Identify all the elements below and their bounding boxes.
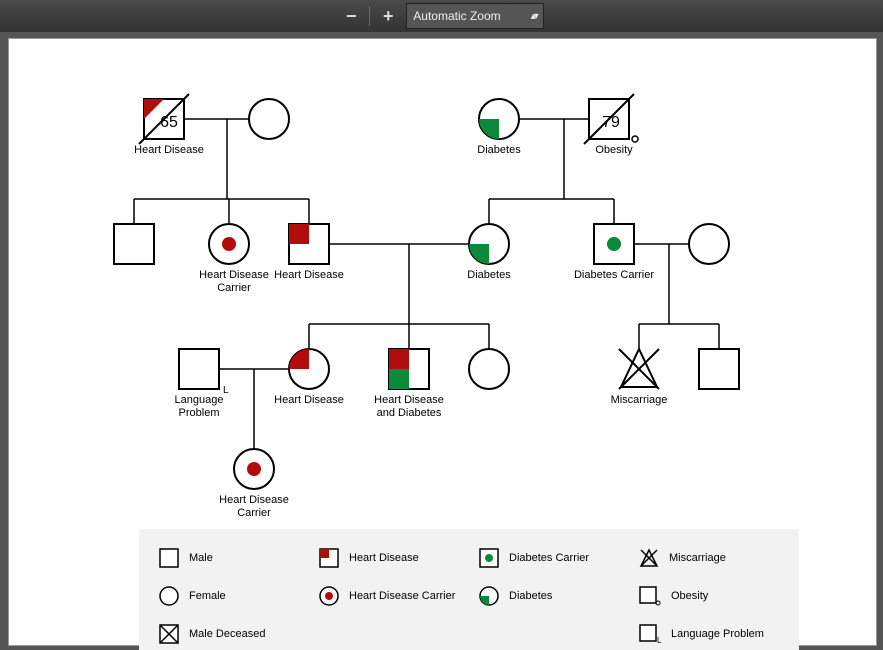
legend-diab-carrier-label: Diabetes Carrier bbox=[509, 552, 589, 564]
node-male-hd-diabetes bbox=[389, 349, 429, 389]
legend: Male Heart Disease Diabetes Carrier Misc… bbox=[139, 529, 799, 650]
node-female-diabetes bbox=[479, 99, 519, 139]
zoom-mode-label: Automatic Zoom bbox=[413, 9, 500, 23]
legend-female-label: Female bbox=[189, 590, 226, 602]
legend-male: Male bbox=[159, 548, 299, 568]
toolbar-separator bbox=[369, 6, 370, 26]
legend-language-label: Language Problem bbox=[671, 628, 764, 640]
node-male-3 bbox=[699, 349, 739, 389]
legend-misc-label: Miscarriage bbox=[669, 552, 726, 564]
node-male-diabetes-carrier bbox=[594, 224, 634, 264]
chevron-updown-icon: ▴▾ bbox=[531, 11, 537, 22]
pdf-toolbar: − + Automatic Zoom ▴▾ bbox=[0, 0, 883, 32]
legend-misc: Miscarriage bbox=[639, 548, 779, 568]
legend-hd-carrier-label: Heart Disease Carrier bbox=[349, 590, 455, 602]
legend-hd: Heart Disease bbox=[319, 548, 459, 568]
legend-obesity: Obesity bbox=[639, 586, 779, 606]
label-hd-carrier: Heart Disease Carrier bbox=[194, 269, 274, 294]
node-female-3 bbox=[469, 349, 509, 389]
pedigree-diagram: 65 79 L bbox=[9, 39, 876, 645]
legend-diab-carrier: Diabetes Carrier bbox=[479, 548, 619, 568]
legend-male-deceased: Male Deceased bbox=[159, 624, 299, 644]
node-male-deceased-hd: 65 bbox=[139, 94, 189, 144]
label-diabetes: Diabetes bbox=[469, 144, 529, 157]
node-male-hd bbox=[289, 224, 329, 264]
legend-diabetes: Diabetes bbox=[479, 586, 619, 606]
legend-hd-carrier: Heart Disease Carrier bbox=[319, 586, 459, 606]
node-female-hd-carrier bbox=[209, 224, 249, 264]
label-obesity: Obesity bbox=[584, 144, 644, 157]
legend-obesity-label: Obesity bbox=[671, 590, 708, 602]
label-diab-carrier: Diabetes Carrier bbox=[569, 269, 659, 282]
label-hd-diab: Heart Disease and Diabetes bbox=[369, 394, 449, 419]
label-hd-3: Heart Disease bbox=[269, 394, 349, 407]
label-misc: Miscarriage bbox=[604, 394, 674, 407]
legend-female: Female bbox=[159, 586, 299, 606]
node-female-2 bbox=[689, 224, 729, 264]
node-male bbox=[114, 224, 154, 264]
label-hd: Heart Disease bbox=[129, 144, 209, 157]
node-female-hd-carrier-2 bbox=[234, 449, 274, 489]
svg-text:L: L bbox=[657, 636, 661, 644]
svg-text:65: 65 bbox=[160, 114, 178, 131]
document-viewport[interactable]: 65 79 L bbox=[0, 32, 883, 650]
node-male-deceased-obesity: 79 bbox=[584, 94, 638, 144]
node-miscarriage bbox=[619, 349, 659, 389]
label-hd-2: Heart Disease bbox=[269, 269, 349, 282]
label-hd-carrier-2: Heart Disease Carrier bbox=[214, 494, 294, 519]
legend-diabetes-label: Diabetes bbox=[509, 590, 552, 602]
label-diabetes-2: Diabetes bbox=[459, 269, 519, 282]
zoom-mode-select[interactable]: Automatic Zoom ▴▾ bbox=[406, 3, 543, 29]
svg-text:79: 79 bbox=[602, 114, 620, 131]
label-language: Language Problem bbox=[164, 394, 234, 419]
node-female-hd bbox=[289, 349, 329, 389]
node-male-language: L bbox=[179, 349, 229, 396]
legend-hd-label: Heart Disease bbox=[349, 552, 419, 564]
legend-male-deceased-label: Male Deceased bbox=[189, 628, 265, 640]
zoom-in-button[interactable]: + bbox=[376, 4, 400, 28]
document-page: 65 79 L bbox=[8, 38, 877, 646]
node-female bbox=[249, 99, 289, 139]
node-female-diabetes-2 bbox=[469, 224, 509, 264]
legend-male-label: Male bbox=[189, 552, 213, 564]
zoom-out-button[interactable]: − bbox=[339, 4, 363, 28]
legend-language: L Language Problem bbox=[639, 624, 779, 644]
